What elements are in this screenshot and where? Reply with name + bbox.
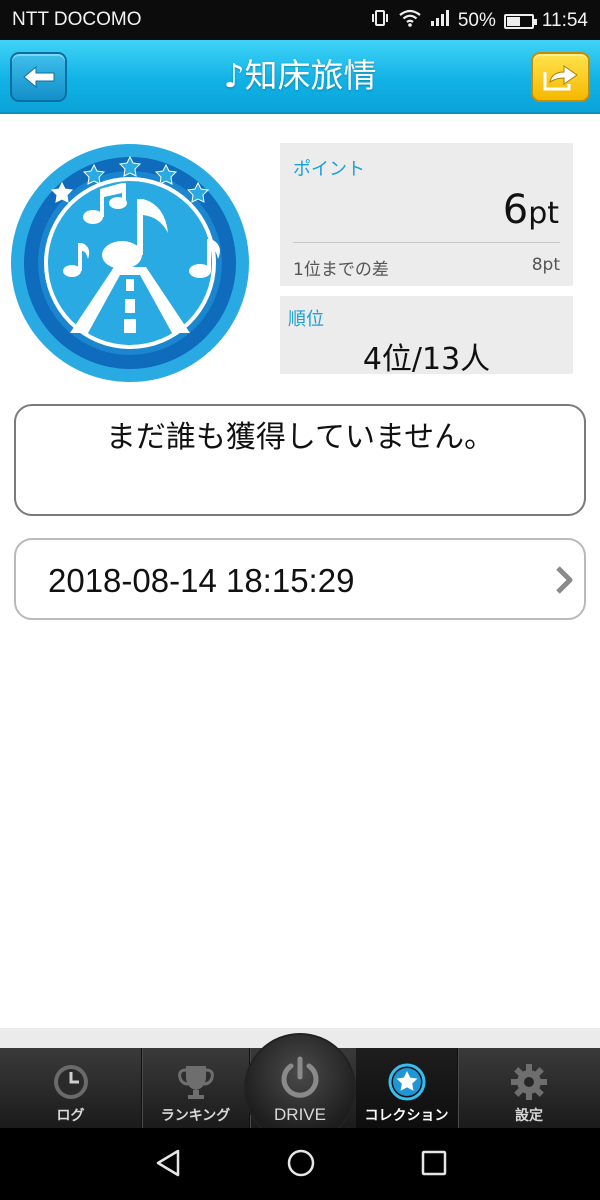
arrow-left-icon (22, 66, 54, 88)
gear-icon (511, 1064, 547, 1100)
points-value: 6pt (503, 187, 559, 233)
drive-label: DRIVE (274, 1105, 326, 1124)
acquisition-message-box: まだ誰も獲得していません。 (14, 404, 586, 516)
battery-percent: 50% (457, 10, 496, 31)
signal-icon (430, 8, 450, 34)
trophy-icon (177, 1066, 214, 1099)
vibrate-icon (370, 8, 390, 34)
clock-time: 11:54 (541, 10, 588, 31)
battery-level-fill (506, 16, 520, 26)
page-title: ♪知床旅情 (223, 56, 377, 95)
system-nav-bar (0, 1128, 600, 1200)
clock-icon (53, 1065, 88, 1099)
star-icon (388, 1063, 425, 1101)
acquisition-message: まだ誰も獲得していません。 (105, 420, 495, 455)
recents-square-icon[interactable] (420, 1148, 448, 1178)
tab-settings-label: 設定 (515, 1108, 543, 1124)
tab-ranking-label: ランキング (160, 1108, 231, 1124)
rank-label: 順位 (288, 309, 324, 330)
tab-collection[interactable]: コレクション (356, 1048, 458, 1128)
status-icons: 50% 11:54 (370, 8, 588, 34)
tab-log[interactable]: ログ (0, 1048, 142, 1128)
points-panel: ポイント 6pt 1位までの差 8pt (280, 143, 573, 286)
tab-collection-label: コレクション (364, 1108, 449, 1124)
points-unit: pt (528, 196, 559, 231)
points-label: ポイント (293, 159, 365, 180)
music-road-badge-icon (11, 144, 249, 382)
home-circle-icon[interactable] (286, 1148, 316, 1178)
status-bar: NTT DOCOMO 50% 11:54 (0, 0, 600, 40)
rank-value: 4位/13人 (362, 342, 491, 377)
share-button[interactable] (531, 52, 590, 102)
power-icon (281, 1056, 319, 1098)
share-arrow-icon (543, 65, 578, 91)
back-triangle-icon[interactable] (154, 1148, 182, 1178)
tab-ranking[interactable]: ランキング (142, 1048, 250, 1128)
gap-to-first-label: 1位までの差 (293, 260, 389, 280)
date-list-item[interactable]: 2018-08-14 18:15:29 (14, 538, 586, 620)
back-button[interactable] (10, 52, 67, 102)
battery-icon (503, 13, 537, 29)
divider (293, 242, 560, 243)
tab-log-label: ログ (56, 1108, 85, 1124)
wifi-icon (398, 8, 422, 34)
gap-to-first-value: 8pt (531, 255, 560, 275)
chevron-right-icon (556, 566, 573, 594)
carrier-name: NTT DOCOMO (12, 9, 142, 30)
rank-panel: 順位 4位/13人 (280, 296, 573, 377)
date-time: 2018-08-14 18:15:29 (48, 562, 355, 599)
tab-settings[interactable]: 設定 (458, 1048, 600, 1128)
points-number: 6 (502, 187, 529, 233)
app-header: ♪知床旅情 (0, 40, 600, 114)
